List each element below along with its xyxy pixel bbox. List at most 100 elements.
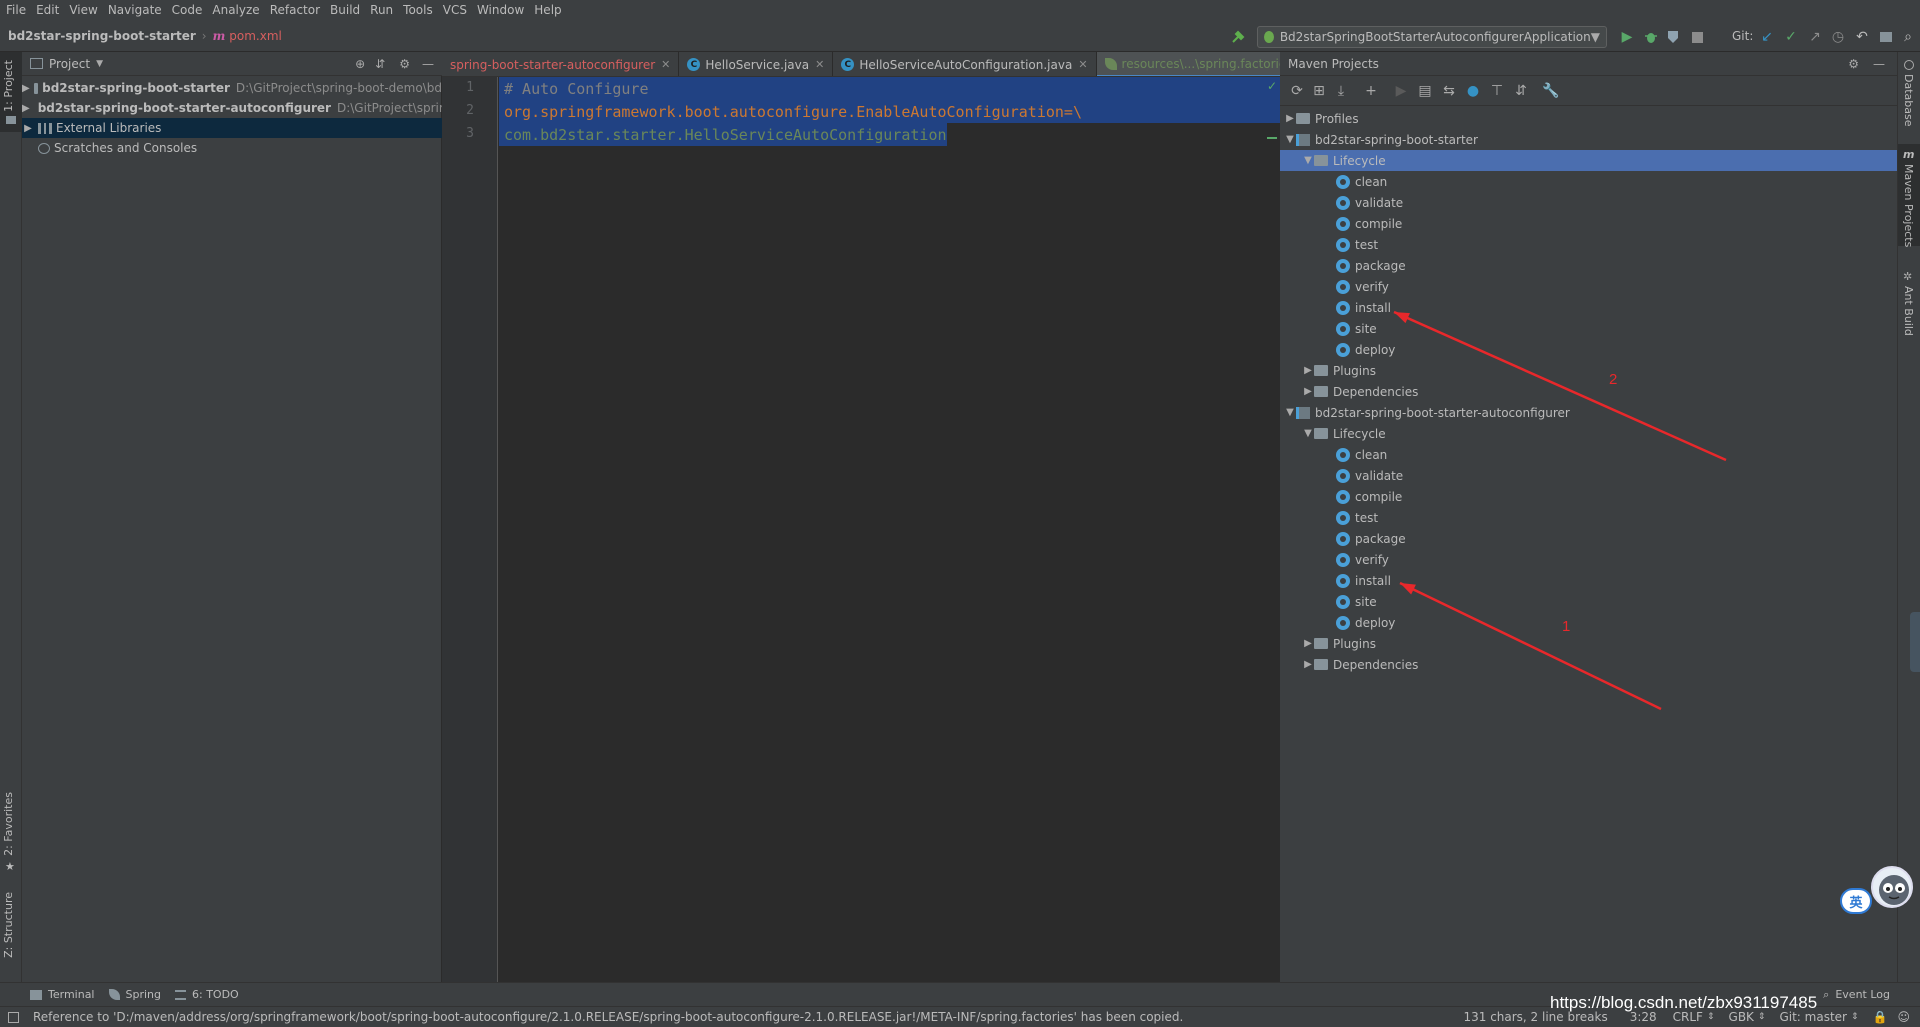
maven-phase-deploy[interactable]: deploy [1280, 339, 1897, 360]
maven-dependencies[interactable]: ▶ Dependencies [1280, 654, 1897, 675]
menu-item-code[interactable]: Code [172, 3, 203, 17]
git-commit-icon[interactable]: ✓ [1782, 28, 1800, 46]
expand-arrow-icon[interactable]: ▶ [1302, 659, 1314, 670]
hector-icon[interactable]: ☺ [1897, 1010, 1910, 1024]
maven-phase-site[interactable]: site [1280, 318, 1897, 339]
maven-phase-clean[interactable]: clean [1280, 171, 1897, 192]
maven-dependencies[interactable]: ▶ Dependencies [1280, 381, 1897, 402]
show-dependencies-icon[interactable]: ⊤ [1488, 82, 1506, 100]
maven-lifecycle[interactable]: ▼ Lifecycle [1280, 423, 1897, 444]
editor-tab-active[interactable]: resources\...\spring.factories ✕ [1096, 52, 1280, 76]
project-structure-icon[interactable] [1877, 28, 1895, 46]
wrench-icon[interactable]: 🔧 [1542, 82, 1560, 100]
menu-item-build[interactable]: Build [330, 3, 360, 17]
stop-icon[interactable] [1688, 28, 1706, 46]
tree-item-module[interactable]: ▶ bd2star-spring-boot-starter-autoconfig… [22, 98, 442, 118]
collapse-all-icon[interactable]: ⇵ [1512, 82, 1530, 100]
maven-phase-verify[interactable]: verify [1280, 276, 1897, 297]
editor-tab[interactable]: C HelloServiceAutoConfiguration.java ✕ [833, 52, 1097, 76]
tool-tab-todo[interactable]: 6: TODO [175, 988, 239, 1001]
maven-module[interactable]: ▼ bd2star-spring-boot-starter-autoconfigu… [1280, 402, 1897, 423]
skip-tests-icon[interactable]: ● [1464, 82, 1482, 100]
collapse-arrow-icon[interactable]: ▼ [1302, 428, 1314, 439]
build-hammer-icon[interactable] [1229, 28, 1247, 46]
editor-tab[interactable]: spring-boot-starter-autoconfigurer ✕ [442, 52, 680, 76]
expand-arrow-icon[interactable]: ▶ [1284, 113, 1296, 124]
chevron-down-icon[interactable]: ▼ [96, 59, 103, 69]
maven-phase-validate[interactable]: validate [1280, 465, 1897, 486]
maven-phase-validate[interactable]: validate [1280, 192, 1897, 213]
menu-item-file[interactable]: File [6, 3, 26, 17]
gear-icon[interactable]: ⚙ [399, 57, 410, 71]
menu-item-navigate[interactable]: Navigate [108, 3, 162, 17]
code-editor[interactable]: # Auto Configure org.springframework.boo… [499, 77, 1280, 982]
maven-plugins[interactable]: ▶ Plugins [1280, 633, 1897, 654]
run-icon[interactable]: ▶ [1618, 28, 1636, 46]
hide-panel-icon[interactable]: — [422, 57, 434, 71]
maven-phase-clean[interactable]: clean [1280, 444, 1897, 465]
breadcrumb-project[interactable]: bd2star-spring-boot-starter [8, 29, 196, 43]
lock-icon[interactable]: 🔒 [1873, 1010, 1888, 1024]
maven-module[interactable]: ▼ bd2star-spring-boot-starter [1280, 129, 1897, 150]
tool-tab-project[interactable]: 1: Project [2, 60, 15, 112]
close-icon[interactable]: ✕ [661, 58, 670, 71]
maven-phase-compile[interactable]: compile [1280, 213, 1897, 234]
run-configuration-select[interactable]: Bd2starSpringBootStarterAutoconfigurerAp… [1257, 26, 1607, 48]
status-panel-icon[interactable] [8, 1011, 19, 1023]
maven-profiles[interactable]: ▶ Profiles [1280, 108, 1897, 129]
tool-tab-ant[interactable]: Ant Build [1902, 286, 1915, 336]
tool-tab-structure[interactable]: Z: Structure [2, 892, 15, 958]
history-icon[interactable]: ◷ [1829, 28, 1847, 46]
revert-icon[interactable]: ↶ [1853, 28, 1871, 46]
close-icon[interactable]: ✕ [815, 58, 824, 71]
expand-arrow-icon[interactable]: ▶ [22, 123, 34, 134]
maven-phase-package[interactable]: package [1280, 255, 1897, 276]
hide-panel-icon[interactable]: — [1873, 57, 1885, 71]
mascot-avatar[interactable] [1871, 866, 1913, 908]
tree-item-scratches[interactable]: Scratches and Consoles [22, 138, 442, 158]
menu-item-view[interactable]: View [69, 3, 97, 17]
tool-tab-terminal[interactable]: Terminal [30, 988, 95, 1001]
maven-lifecycle[interactable]: ▼ Lifecycle [1280, 150, 1897, 171]
tool-tab-event-log[interactable]: ⌕ Event Log [1823, 988, 1890, 1002]
expand-arrow-icon[interactable]: ▶ [1302, 386, 1314, 397]
expand-arrow-icon[interactable]: ▶ [22, 103, 30, 114]
expand-arrow-icon[interactable]: ▶ [1302, 365, 1314, 376]
side-grip-handle[interactable] [1910, 612, 1920, 672]
menu-item-edit[interactable]: Edit [36, 3, 59, 17]
ime-language-indicator[interactable]: 英 [1840, 888, 1872, 914]
locate-icon[interactable]: ⊕ [355, 57, 365, 71]
collapse-arrow-icon[interactable]: ▼ [1302, 155, 1314, 166]
tool-tab-maven[interactable]: Maven Projects [1902, 164, 1915, 247]
maven-phase-package[interactable]: package [1280, 528, 1897, 549]
reimport-icon[interactable]: ⟳ [1288, 82, 1306, 100]
debug-icon[interactable] [1642, 28, 1660, 46]
maven-phase-install[interactable]: install [1280, 297, 1897, 318]
expand-arrow-icon[interactable]: ▶ [1302, 638, 1314, 649]
tree-item-module[interactable]: ▶ bd2star-spring-boot-starter D:\GitProj… [22, 78, 442, 98]
coverage-icon[interactable] [1664, 28, 1682, 46]
project-panel-title[interactable]: Project [49, 57, 90, 71]
menu-item-help[interactable]: Help [534, 3, 561, 17]
git-push-icon[interactable]: ↗ [1806, 28, 1824, 46]
expand-arrow-icon[interactable]: ▶ [22, 83, 30, 94]
download-icon[interactable]: ⤓ [1332, 82, 1350, 100]
inspection-ok-icon[interactable]: ✓ [1267, 79, 1277, 93]
menu-item-window[interactable]: Window [477, 3, 524, 17]
generate-sources-icon[interactable]: ⊞ [1310, 82, 1328, 100]
toggle-offline-icon[interactable]: ⇆ [1440, 82, 1458, 100]
run-config-icon[interactable]: ▤ [1416, 82, 1434, 100]
tool-tab-database[interactable]: Database [1902, 74, 1915, 127]
maven-phase-compile[interactable]: compile [1280, 486, 1897, 507]
menu-item-refactor[interactable]: Refactor [270, 3, 320, 17]
maven-plugins[interactable]: ▶ Plugins [1280, 360, 1897, 381]
collapse-arrow-icon[interactable]: ▼ [1284, 407, 1296, 418]
menu-item-run[interactable]: Run [370, 3, 393, 17]
breadcrumb-file[interactable]: pom.xml [229, 29, 282, 43]
maven-phase-site[interactable]: site [1280, 591, 1897, 612]
maven-phase-verify[interactable]: verify [1280, 549, 1897, 570]
menu-item-analyze[interactable]: Analyze [212, 3, 259, 17]
search-everywhere-icon[interactable]: ⌕ [1899, 28, 1917, 46]
menu-item-tools[interactable]: Tools [403, 3, 433, 17]
run-icon[interactable]: ▶ [1392, 82, 1410, 100]
